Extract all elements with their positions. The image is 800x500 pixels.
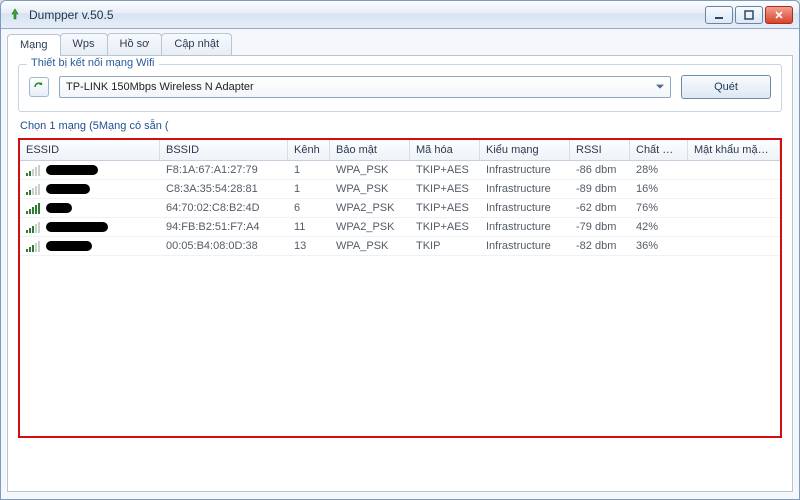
table-row[interactable]: F8:1A:67:A1:27:791WPA_PSKTKIP+AESInfrast…: [20, 161, 780, 180]
col-bssid[interactable]: BSSID: [160, 140, 288, 160]
cell-encryption: TKIP: [410, 237, 480, 255]
cell-nettype: Infrastructure: [480, 180, 570, 198]
adapter-select[interactable]: TP-LINK 150Mbps Wireless N Adapter: [59, 76, 671, 98]
cell-security: WPA_PSK: [330, 237, 410, 255]
cell-security: WPA2_PSK: [330, 218, 410, 236]
tab-wps[interactable]: Wps: [60, 33, 108, 55]
cell-password: [688, 161, 780, 179]
cell-encryption: TKIP+AES: [410, 161, 480, 179]
cell-security: WPA_PSK: [330, 161, 410, 179]
col-channel[interactable]: Kênh: [288, 140, 330, 160]
cell-bssid: 00:05:B4:08:0D:38: [160, 237, 288, 255]
tab-profiles[interactable]: Hồ sơ: [107, 33, 163, 55]
cell-essid: [20, 199, 160, 217]
signal-icon: [26, 203, 42, 214]
cell-rssi: -62 dbm: [570, 199, 630, 217]
app-window: Dumpper v.50.5 Mạng Wps Hồ sơ Cập nhật T…: [0, 0, 800, 500]
tab-networks[interactable]: Mạng: [7, 34, 61, 56]
cell-nettype: Infrastructure: [480, 218, 570, 236]
cell-quality: 28%: [630, 161, 688, 179]
titlebar[interactable]: Dumpper v.50.5: [1, 1, 799, 29]
cell-security: WPA2_PSK: [330, 199, 410, 217]
table-row[interactable]: C8:3A:35:54:28:811WPA_PSKTKIP+AESInfrast…: [20, 180, 780, 199]
cell-bssid: 94:FB:B2:51:F7:A4: [160, 218, 288, 236]
cell-essid: [20, 180, 160, 198]
cell-essid: [20, 218, 160, 236]
table-row[interactable]: 94:FB:B2:51:F7:A411WPA2_PSKTKIP+AESInfra…: [20, 218, 780, 237]
table-row[interactable]: 64:70:02:C8:B2:4D6WPA2_PSKTKIP+AESInfras…: [20, 199, 780, 218]
client-area: Mạng Wps Hồ sơ Cập nhật Thiết bị kết nối…: [1, 29, 799, 499]
essid-redacted: [46, 241, 92, 251]
cell-password: [688, 199, 780, 217]
network-list[interactable]: ESSID BSSID Kênh Bảo mật Mã hóa Kiểu mạn…: [18, 138, 782, 438]
signal-icon: [26, 222, 42, 233]
cell-quality: 36%: [630, 237, 688, 255]
window-buttons: [705, 6, 793, 24]
essid-redacted: [46, 203, 72, 213]
cell-bssid: 64:70:02:C8:B2:4D: [160, 199, 288, 217]
close-button[interactable]: [765, 6, 793, 24]
cell-essid: [20, 161, 160, 179]
col-essid[interactable]: ESSID: [20, 140, 160, 160]
cell-rssi: -89 dbm: [570, 180, 630, 198]
minimize-button[interactable]: [705, 6, 733, 24]
network-list-header: ESSID BSSID Kênh Bảo mật Mã hóa Kiểu mạn…: [20, 140, 780, 161]
cell-bssid: C8:3A:35:54:28:81: [160, 180, 288, 198]
cell-encryption: TKIP+AES: [410, 180, 480, 198]
signal-icon: [26, 184, 42, 195]
adapter-selected-text: TP-LINK 150Mbps Wireless N Adapter: [66, 81, 254, 93]
col-quality[interactable]: Chất …: [630, 140, 688, 160]
refresh-adapter-icon[interactable]: [29, 77, 49, 97]
cell-nettype: Infrastructure: [480, 161, 570, 179]
col-nettype[interactable]: Kiểu mạng: [480, 140, 570, 160]
scan-button[interactable]: Quét: [681, 75, 771, 99]
cell-nettype: Infrastructure: [480, 237, 570, 255]
cell-password: [688, 218, 780, 236]
table-row[interactable]: 00:05:B4:08:0D:3813WPA_PSKTKIPInfrastruc…: [20, 237, 780, 256]
cell-channel: 13: [288, 237, 330, 255]
tab-page-networks: Thiết bị kết nối mạng Wifi TP-LINK 150Mb…: [7, 56, 793, 492]
essid-redacted: [46, 165, 98, 175]
col-encryption[interactable]: Mã hóa: [410, 140, 480, 160]
cell-channel: 11: [288, 218, 330, 236]
cell-rssi: -86 dbm: [570, 161, 630, 179]
tab-update[interactable]: Cập nhật: [161, 33, 232, 55]
cell-nettype: Infrastructure: [480, 199, 570, 217]
cell-quality: 42%: [630, 218, 688, 236]
cell-rssi: -79 dbm: [570, 218, 630, 236]
maximize-button[interactable]: [735, 6, 763, 24]
app-icon: [7, 7, 23, 23]
cell-password: [688, 180, 780, 198]
cell-encryption: TKIP+AES: [410, 199, 480, 217]
cell-channel: 1: [288, 180, 330, 198]
tab-strip: Mạng Wps Hồ sơ Cập nhật: [7, 33, 793, 56]
window-title: Dumpper v.50.5: [29, 8, 705, 22]
col-rssi[interactable]: RSSI: [570, 140, 630, 160]
cell-channel: 6: [288, 199, 330, 217]
cell-bssid: F8:1A:67:A1:27:79: [160, 161, 288, 179]
cell-rssi: -82 dbm: [570, 237, 630, 255]
col-password[interactable]: Mật khẩu mặc định: [688, 140, 780, 160]
signal-icon: [26, 165, 42, 176]
cell-channel: 1: [288, 161, 330, 179]
col-security[interactable]: Bảo mật: [330, 140, 410, 160]
cell-essid: [20, 237, 160, 255]
cell-quality: 16%: [630, 180, 688, 198]
cell-security: WPA_PSK: [330, 180, 410, 198]
cell-password: [688, 237, 780, 255]
signal-icon: [26, 241, 42, 252]
essid-redacted: [46, 184, 90, 194]
essid-redacted: [46, 222, 108, 232]
cell-quality: 76%: [630, 199, 688, 217]
adapter-group-title: Thiết bị kết nối mạng Wifi: [27, 57, 159, 69]
network-count-label: Chọn 1 mạng (5Mạng có sẵn (: [20, 120, 780, 132]
cell-encryption: TKIP+AES: [410, 218, 480, 236]
adapter-group: Thiết bị kết nối mạng Wifi TP-LINK 150Mb…: [18, 64, 782, 112]
